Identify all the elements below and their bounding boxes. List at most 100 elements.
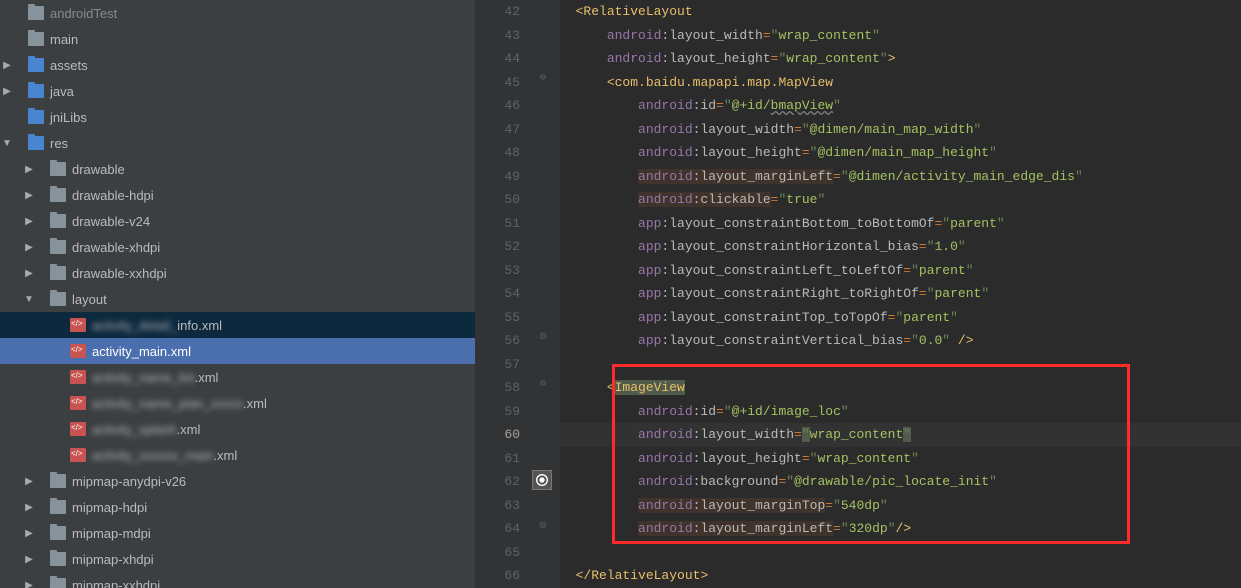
chevron-right-icon: ▶ xyxy=(22,580,36,588)
code-line[interactable]: android:layout_width="@dimen/main_map_wi… xyxy=(560,118,1241,142)
tree-item-file[interactable]: activity_name_list.xml xyxy=(0,364,475,390)
tree-label: info.xml xyxy=(177,318,222,333)
tree-item-file[interactable]: activity_detail_info.xml xyxy=(0,312,475,338)
tree-item-mipmap-xxhdpi[interactable]: ▶ mipmap-xxhdpi xyxy=(0,572,475,588)
tree-item-drawable-hdpi[interactable]: ▶ drawable-hdpi xyxy=(0,182,475,208)
line-number-gutter: 4243444546474849505152535455565758596061… xyxy=(475,0,530,588)
fold-gutter: ⊖ ⊟ ⊖ ⊟ xyxy=(530,0,560,588)
chevron-right-icon: ▶ xyxy=(22,164,36,175)
folder-icon xyxy=(50,292,66,306)
tree-item-mipmap-mdpi[interactable]: ▶ mipmap-mdpi xyxy=(0,520,475,546)
chevron-right-icon: ▶ xyxy=(22,242,36,253)
folder-icon xyxy=(28,110,44,124)
folder-icon xyxy=(50,526,66,540)
code-editor[interactable]: 4243444546474849505152535455565758596061… xyxy=(475,0,1241,588)
tree-label: activity_main.xml xyxy=(92,344,191,359)
fold-icon[interactable]: ⊖ xyxy=(536,72,550,84)
tree-label-blurred: activity_name_plan_xxxxx xyxy=(92,396,243,411)
code-line[interactable]: app:layout_constraintBottom_toBottomOf="… xyxy=(560,212,1241,236)
tree-label: mipmap-anydpi-v26 xyxy=(72,474,186,489)
tree-label: assets xyxy=(50,58,88,73)
tree-label-blurred: activity_xxxxxx_main xyxy=(92,448,213,463)
folder-icon xyxy=(50,500,66,514)
tree-item-file[interactable]: activity_splash.xml xyxy=(0,416,475,442)
tree-item-mipmap-anydpi-v26[interactable]: ▶ mipmap-anydpi-v26 xyxy=(0,468,475,494)
code-line[interactable]: <ImageView xyxy=(560,376,1241,400)
drawable-preview-icon xyxy=(532,470,552,490)
code-line[interactable]: android:layout_marginLeft="@dimen/activi… xyxy=(560,165,1241,189)
tree-label: .xml xyxy=(195,370,219,385)
folder-icon xyxy=(50,266,66,280)
code-line[interactable]: app:layout_constraintRight_toRightOf="pa… xyxy=(560,282,1241,306)
code-line[interactable] xyxy=(560,541,1241,565)
tree-item-activity-main[interactable]: activity_main.xml xyxy=(0,338,475,364)
tree-item-res[interactable]: ▼ res xyxy=(0,130,475,156)
xml-file-icon xyxy=(70,422,86,436)
code-line[interactable]: app:layout_constraintTop_toTopOf="parent… xyxy=(560,306,1241,330)
folder-icon xyxy=(28,84,44,98)
code-line[interactable]: android:background="@drawable/pic_locate… xyxy=(560,470,1241,494)
folder-icon xyxy=(50,552,66,566)
fold-icon[interactable]: ⊟ xyxy=(536,520,550,532)
tree-label-blurred: activity_name_list xyxy=(92,370,195,385)
tree-item-file[interactable]: activity_xxxxxx_main.xml xyxy=(0,442,475,468)
code-line[interactable]: android:layout_width="wrap_content" xyxy=(560,24,1241,48)
tree-label: res xyxy=(50,136,68,151)
folder-icon xyxy=(28,32,44,46)
code-line[interactable]: <RelativeLayout xyxy=(560,0,1241,24)
tree-label: drawable-hdpi xyxy=(72,188,154,203)
folder-icon xyxy=(50,162,66,176)
code-line[interactable]: android:layout_height="wrap_content"> xyxy=(560,47,1241,71)
code-line[interactable]: android:layout_marginLeft="320dp"/> xyxy=(560,517,1241,541)
code-line[interactable]: android:id="@+id/bmapView" xyxy=(560,94,1241,118)
tree-item-layout[interactable]: ▼ layout xyxy=(0,286,475,312)
tree-item-drawable-v24[interactable]: ▶ drawable-v24 xyxy=(0,208,475,234)
chevron-right-icon: ▶ xyxy=(0,86,14,97)
tree-label: drawable-xxhdpi xyxy=(72,266,167,281)
tree-item-mipmap-xhdpi[interactable]: ▶ mipmap-xhdpi xyxy=(0,546,475,572)
tree-item-main[interactable]: main xyxy=(0,26,475,52)
tree-item-drawable[interactable]: ▶ drawable xyxy=(0,156,475,182)
chevron-down-icon: ▼ xyxy=(22,294,36,305)
fold-icon[interactable]: ⊟ xyxy=(536,331,550,343)
chevron-right-icon: ▶ xyxy=(22,190,36,201)
folder-icon xyxy=(50,188,66,202)
folder-icon xyxy=(50,474,66,488)
tree-item-jnilibs[interactable]: jniLibs xyxy=(0,104,475,130)
tree-item-java[interactable]: ▶ java xyxy=(0,78,475,104)
folder-icon xyxy=(50,214,66,228)
tree-label: .xml xyxy=(213,448,237,463)
tree-label: .xml xyxy=(177,422,201,437)
folder-icon xyxy=(50,578,66,588)
tree-label: java xyxy=(50,84,74,99)
code-line[interactable]: app:layout_constraintVertical_bias="0.0"… xyxy=(560,329,1241,353)
code-line[interactable]: </RelativeLayout> xyxy=(560,564,1241,588)
folder-icon xyxy=(28,58,44,72)
code-line[interactable]: <com.baidu.mapapi.map.MapView xyxy=(560,71,1241,95)
tree-label: mipmap-xhdpi xyxy=(72,552,154,567)
tree-label-blurred: activity_detail_ xyxy=(92,318,177,333)
code-line[interactable]: android:layout_height="@dimen/main_map_h… xyxy=(560,141,1241,165)
code-line[interactable]: android:id="@+id/image_loc" xyxy=(560,400,1241,424)
code-line[interactable]: android:layout_height="wrap_content" xyxy=(560,447,1241,471)
project-tree[interactable]: androidTest main ▶ assets ▶ java jniLibs… xyxy=(0,0,475,588)
tree-item-assets[interactable]: ▶ assets xyxy=(0,52,475,78)
tree-item-drawable-xxhdpi[interactable]: ▶ drawable-xxhdpi xyxy=(0,260,475,286)
folder-icon xyxy=(28,6,44,20)
code-line[interactable]: android:clickable="true" xyxy=(560,188,1241,212)
chevron-right-icon: ▶ xyxy=(22,216,36,227)
code-line[interactable] xyxy=(560,353,1241,377)
tree-label: mipmap-mdpi xyxy=(72,526,151,541)
fold-icon[interactable]: ⊖ xyxy=(536,378,550,390)
code-line[interactable]: android:layout_width="wrap_content" xyxy=(560,423,1241,447)
code-line[interactable]: app:layout_constraintHorizontal_bias="1.… xyxy=(560,235,1241,259)
tree-item-file[interactable]: activity_name_plan_xxxxx.xml xyxy=(0,390,475,416)
tree-item-mipmap-hdpi[interactable]: ▶ mipmap-hdpi xyxy=(0,494,475,520)
xml-file-icon xyxy=(70,396,86,410)
tree-item-drawable-xhdpi[interactable]: ▶ drawable-xhdpi xyxy=(0,234,475,260)
tree-item-androidtest[interactable]: androidTest xyxy=(0,0,475,26)
tree-label: drawable-xhdpi xyxy=(72,240,160,255)
code-area[interactable]: <RelativeLayout android:layout_width="wr… xyxy=(560,0,1241,588)
code-line[interactable]: android:layout_marginTop="540dp" xyxy=(560,494,1241,518)
code-line[interactable]: app:layout_constraintLeft_toLeftOf="pare… xyxy=(560,259,1241,283)
